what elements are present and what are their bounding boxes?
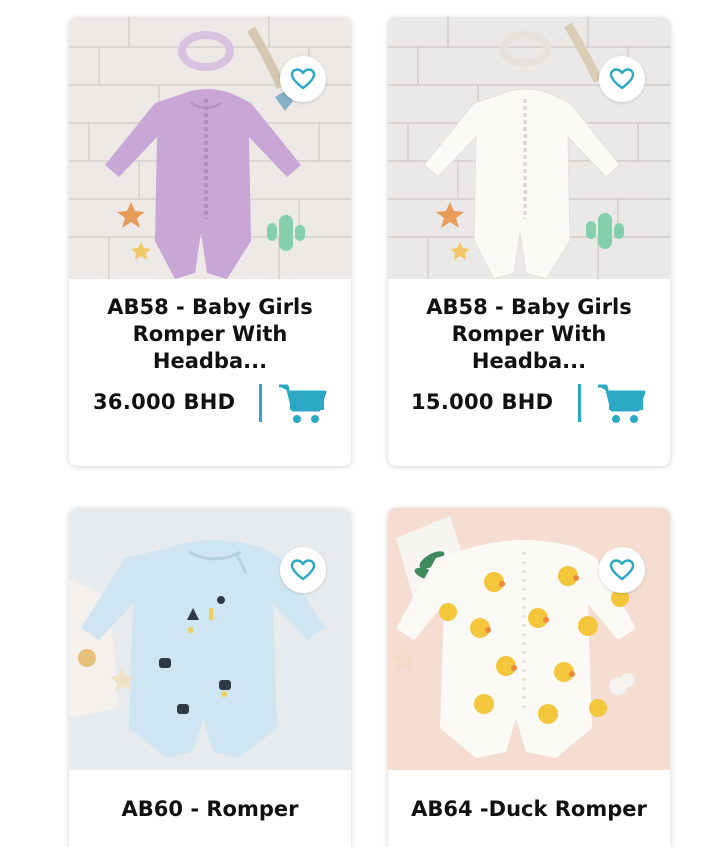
heart-outline-icon: [609, 68, 635, 90]
favorite-button[interactable]: [280, 547, 326, 593]
product-card[interactable]: AB60 - Romper: [69, 508, 351, 847]
add-to-cart-button[interactable]: [596, 382, 648, 426]
product-image[interactable]: [69, 17, 351, 279]
product-grid: AB58 - Baby Girls Romper With Headba... …: [0, 0, 720, 847]
product-title[interactable]: AB64 -Duck Romper: [396, 796, 662, 823]
product-title[interactable]: AB60 - Romper: [77, 796, 343, 823]
product-image[interactable]: [388, 508, 670, 770]
favorite-button[interactable]: [280, 56, 326, 102]
heart-outline-icon: [290, 559, 316, 581]
product-price: 15.000 BHD: [411, 390, 554, 414]
add-to-cart-button[interactable]: [277, 382, 329, 426]
price-row: 36.000 BHD: [69, 382, 351, 426]
product-price: 36.000 BHD: [93, 390, 236, 414]
price-row: 15.000 BHD: [388, 382, 670, 426]
favorite-button[interactable]: [599, 547, 645, 593]
product-card[interactable]: AB58 - Baby Girls Romper With Headba... …: [69, 17, 351, 466]
price-divider: [259, 384, 262, 422]
shopping-cart-icon: [279, 384, 327, 423]
product-card[interactable]: AB58 - Baby Girls Romper With Headba... …: [388, 17, 670, 466]
product-title[interactable]: AB58 - Baby Girls Romper With Headba...: [396, 294, 662, 375]
favorite-button[interactable]: [599, 56, 645, 102]
product-image[interactable]: [388, 17, 670, 279]
product-image[interactable]: [69, 508, 351, 770]
product-card[interactable]: AB64 -Duck Romper: [388, 508, 670, 847]
shopping-cart-icon: [598, 384, 646, 423]
heart-outline-icon: [290, 68, 316, 90]
product-title[interactable]: AB58 - Baby Girls Romper With Headba...: [77, 294, 343, 375]
heart-outline-icon: [609, 559, 635, 581]
price-divider: [578, 384, 581, 422]
